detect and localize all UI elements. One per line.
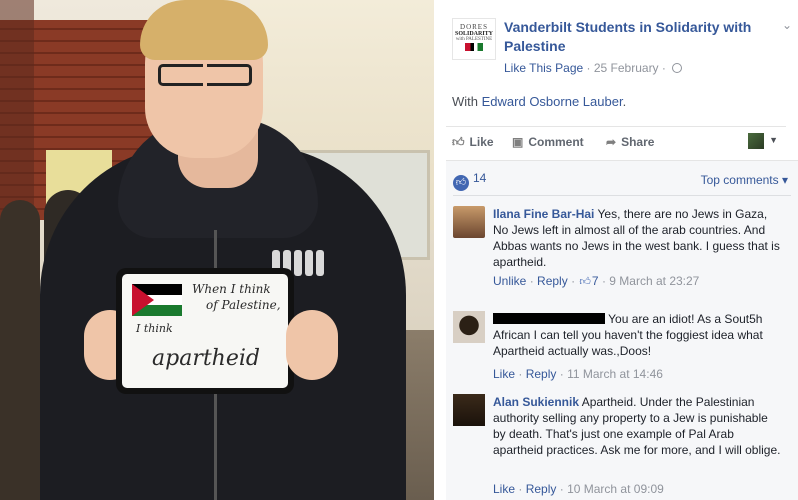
page-name-link[interactable]: Vanderbilt Students in Solidarity with P… [504, 18, 764, 56]
globe-icon [672, 63, 683, 73]
caret-down-icon[interactable]: ▼ [769, 135, 778, 145]
avatar[interactable] [453, 311, 485, 343]
with-prefix: With [452, 94, 478, 109]
post-side-panel: DORES SOLIDARITY with PALESTINE Vanderbi… [434, 0, 798, 500]
divider [453, 195, 791, 196]
logo-text-3: with PALESTINE [455, 37, 493, 42]
reply-link[interactable]: Reply [526, 482, 557, 496]
thumbs-up-icon: 👍︎ [579, 276, 591, 288]
like-reaction-icon: 👍︎ [453, 175, 469, 191]
sign-line-2: of Palestine, [206, 298, 281, 312]
comment-author[interactable]: Alan Sukiennik [493, 395, 579, 409]
comment-time[interactable]: 9 March at 23:27 [609, 274, 699, 288]
glasses [158, 64, 252, 86]
unlike-link[interactable]: Unlike [493, 274, 526, 288]
viewer-avatar[interactable] [748, 133, 764, 149]
share-arrow-icon: ➦ [606, 135, 617, 149]
post-header: DORES SOLIDARITY with PALESTINE Vanderbi… [452, 14, 792, 84]
with-suffix: . [622, 94, 627, 109]
tagged-line: With Edward Osborne Lauber. [452, 94, 626, 109]
post-actions-bar: 👍︎ Like ▣ Comment ➦ Share ▼ [446, 126, 786, 160]
comment-actions: Like · Reply · 10 March at 09:09 [493, 482, 664, 496]
person-hair [140, 0, 268, 60]
caret-down-icon: ▾ [781, 173, 788, 187]
comment-body: Alan Sukiennik Apartheid. Under the Pale… [493, 394, 783, 458]
comments-section: 👍︎ 14 Top comments ▾ Ilana Fine Bar-Hai Y… [446, 160, 798, 500]
logo-flag [465, 43, 483, 51]
comment-button[interactable]: ▣ Comment [512, 135, 584, 149]
logo-text-1: DORES [460, 23, 488, 31]
reaction-summary[interactable]: 👍︎ 14 [453, 171, 486, 191]
like-link[interactable]: Like [493, 482, 515, 496]
comment-time[interactable]: 10 March at 09:09 [567, 482, 664, 496]
comment-time[interactable]: 11 March at 14:46 [567, 367, 663, 381]
palestinian-flag [132, 284, 182, 316]
speech-bubble-icon: ▣ [512, 135, 524, 149]
reply-link[interactable]: Reply [537, 274, 568, 288]
sign-line-3: I think [136, 322, 173, 335]
post-date[interactable]: 25 February [594, 61, 659, 75]
sort-label: Top comments [700, 173, 779, 187]
share-label: Share [621, 135, 655, 149]
comment-actions: Unlike · Reply · 👍︎7 · 9 March at 23:27 [493, 274, 700, 288]
comment-author[interactable]: Ilana Fine Bar-Hai [493, 207, 594, 221]
redacted-author [493, 313, 605, 324]
reply-link[interactable]: Reply [526, 367, 557, 381]
tagged-person-link[interactable]: Edward Osborne Lauber [482, 94, 623, 109]
bystander-left [0, 200, 40, 500]
thumbs-up-icon: 👍︎ [452, 135, 465, 149]
comment-actions: Like · Reply · 11 March at 14:46 [493, 367, 663, 381]
like-page-link[interactable]: Like This Page [504, 61, 583, 75]
comment-label: Comment [528, 135, 584, 149]
avatar[interactable] [453, 206, 485, 238]
like-count[interactable]: 7 [592, 274, 599, 288]
reaction-count: 14 [473, 171, 487, 185]
page-avatar[interactable]: DORES SOLIDARITY with PALESTINE [452, 18, 496, 60]
comment-body: Ilana Fine Bar-Hai Yes, there are no Jew… [493, 206, 783, 270]
right-hand [286, 310, 338, 380]
avatar[interactable] [453, 394, 485, 426]
post-photo[interactable]: When I think of Palestine, I think apart… [0, 0, 434, 500]
whiteboard-sign: When I think of Palestine, I think apart… [116, 268, 294, 394]
sign-line-4: apartheid [152, 346, 260, 371]
post-meta: Like This Page · 25 February · [504, 61, 683, 75]
like-link[interactable]: Like [493, 367, 515, 381]
sign-line-1: When I think [192, 282, 271, 296]
comment-body: You are an idiot! As a Sout5h African I … [493, 311, 783, 359]
like-button[interactable]: 👍︎ Like [452, 135, 494, 150]
chevron-down-icon[interactable]: ⌄ [782, 18, 792, 32]
share-button[interactable]: ➦ Share [606, 135, 654, 149]
like-label: Like [469, 135, 494, 149]
comment-sort-dropdown[interactable]: Top comments ▾ [701, 173, 788, 187]
